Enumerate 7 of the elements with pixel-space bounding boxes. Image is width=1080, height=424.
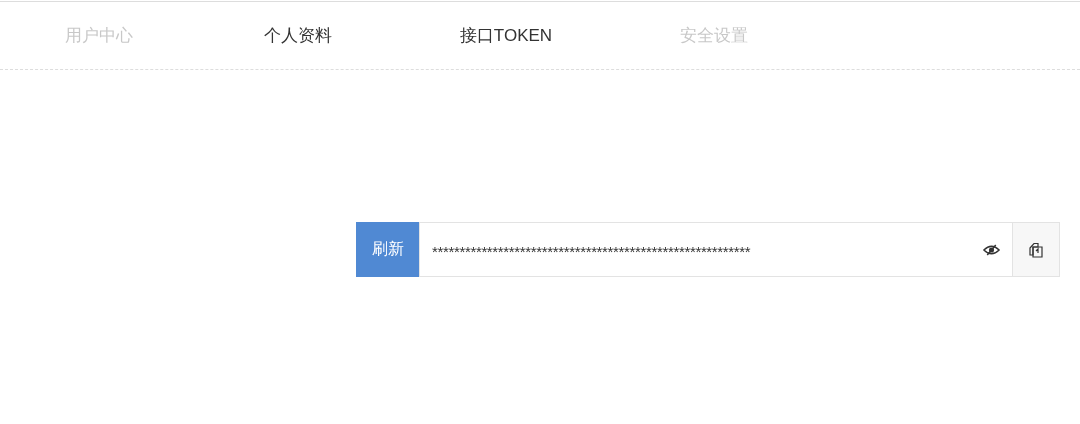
token-field[interactable]: ********************************************************** bbox=[419, 222, 1012, 277]
tab[interactable]: 个人资料 bbox=[198, 24, 398, 47]
eye-icon[interactable] bbox=[983, 243, 1000, 256]
copy-icon bbox=[1028, 241, 1044, 258]
copy-button[interactable] bbox=[1012, 222, 1060, 277]
refresh-button[interactable]: 刷新 bbox=[356, 222, 419, 277]
tab[interactable]: 接口TOKEN bbox=[398, 24, 614, 47]
